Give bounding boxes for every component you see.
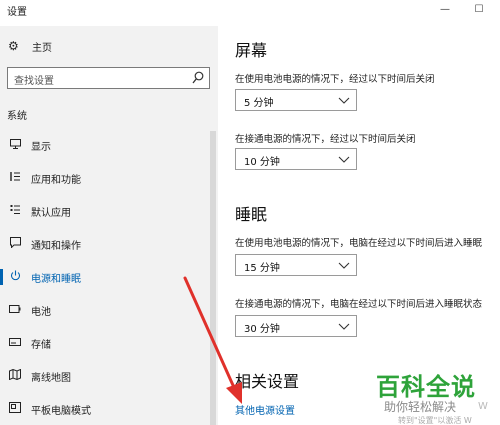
maximize-button[interactable]: ☐ [470, 3, 488, 17]
map-icon [8, 368, 22, 383]
sidebar-item-label: 电源和睡眠 [31, 273, 81, 285]
gear-icon: ⚙ [8, 39, 19, 53]
section-label: 系统 [7, 111, 27, 122]
sidebar-item-power-sleep[interactable]: 电源和睡眠 [0, 263, 210, 291]
sidebar-item-label: 平板电脑模式 [31, 405, 91, 417]
minimize-button[interactable]: — [436, 3, 454, 17]
sidebar-item-label: 存储 [31, 339, 51, 351]
sleep-battery-dropdown[interactable]: 15 分钟 [235, 254, 357, 276]
sidebar-item-label: 默认应用 [31, 207, 71, 219]
activation-watermark: 转到"设置"以激活 W [398, 416, 472, 425]
sidebar-scrollbar[interactable] [210, 131, 216, 425]
sidebar-item-storage[interactable]: 存储 [0, 329, 210, 357]
chevron-down-icon [338, 262, 350, 269]
dropdown-value: 15 分钟 [244, 263, 280, 274]
sidebar-item-offline-maps[interactable]: 离线地图 [0, 362, 210, 390]
sidebar-item-label: 应用和功能 [31, 174, 81, 186]
tablet-icon [8, 402, 22, 416]
search-placeholder: 查找设置 [14, 76, 54, 87]
apps-list-icon [8, 171, 22, 185]
sleep-plugged-dropdown[interactable]: 30 分钟 [235, 315, 357, 337]
chevron-down-icon [338, 156, 350, 163]
monitor-icon [8, 138, 22, 152]
watermark-brand: 百科全说 [376, 373, 476, 401]
screen-battery-dropdown[interactable]: 5 分钟 [235, 89, 357, 111]
other-power-settings-link[interactable]: 其他电源设置 [235, 402, 295, 417]
related-settings-heading: 相关设置 [235, 372, 300, 391]
search-input[interactable]: 查找设置 [7, 67, 210, 89]
sidebar-item-label: 离线地图 [31, 372, 71, 384]
dropdown-value: 10 分钟 [244, 157, 280, 168]
battery-icon [8, 304, 22, 316]
dropdown-value: 30 分钟 [244, 324, 280, 335]
notification-icon [8, 237, 22, 251]
screen-heading: 屏幕 [235, 41, 268, 60]
screen-plugged-dropdown[interactable]: 10 分钟 [235, 148, 357, 170]
sleep-heading: 睡眠 [235, 205, 268, 224]
title-bar: 设置 — ☐ [0, 0, 500, 26]
screen-plugged-label: 在接通电源的情况下，经过以下时间后关闭 [235, 134, 416, 145]
sidebar-item-tablet-mode[interactable]: 平板电脑模式 [0, 395, 210, 423]
watermark-side: W [478, 401, 488, 412]
storage-icon [8, 337, 22, 349]
home-link[interactable]: ⚙ 主页 [8, 37, 52, 55]
search-icon[interactable] [192, 71, 204, 85]
sidebar: ⚙ 主页 查找设置 系统 显示 应用和功能 默认应用 通知和操作 电源和睡眠 电… [0, 26, 218, 425]
chevron-down-icon [338, 97, 350, 104]
default-apps-icon [8, 204, 22, 218]
sidebar-item-battery[interactable]: 电池 [0, 296, 210, 324]
chevron-down-icon [338, 323, 350, 330]
power-icon [8, 270, 22, 284]
sidebar-item-label: 电池 [31, 306, 51, 318]
window-title: 设置 [7, 7, 27, 18]
active-indicator [0, 269, 3, 285]
sidebar-item-apps[interactable]: 应用和功能 [0, 164, 210, 192]
sidebar-item-default-apps[interactable]: 默认应用 [0, 197, 210, 225]
sidebar-item-label: 通知和操作 [31, 240, 81, 252]
sleep-battery-label: 在使用电池电源的情况下，电脑在经过以下时间后进入睡眠 [235, 238, 483, 249]
sidebar-item-label: 显示 [31, 141, 51, 153]
sidebar-item-notifications[interactable]: 通知和操作 [0, 230, 210, 258]
sleep-plugged-label: 在接通电源的情况下，电脑在经过以下时间后进入睡眠状态 [235, 299, 483, 310]
home-label: 主页 [32, 42, 52, 54]
main-content: 屏幕 在使用电池电源的情况下，经过以下时间后关闭 5 分钟 在接通电源的情况下，… [218, 26, 500, 425]
watermark-slogan: 助你轻松解决 [384, 400, 457, 414]
sidebar-item-display[interactable]: 显示 [0, 131, 210, 159]
dropdown-value: 5 分钟 [244, 98, 274, 109]
screen-battery-label: 在使用电池电源的情况下，经过以下时间后关闭 [235, 74, 435, 85]
